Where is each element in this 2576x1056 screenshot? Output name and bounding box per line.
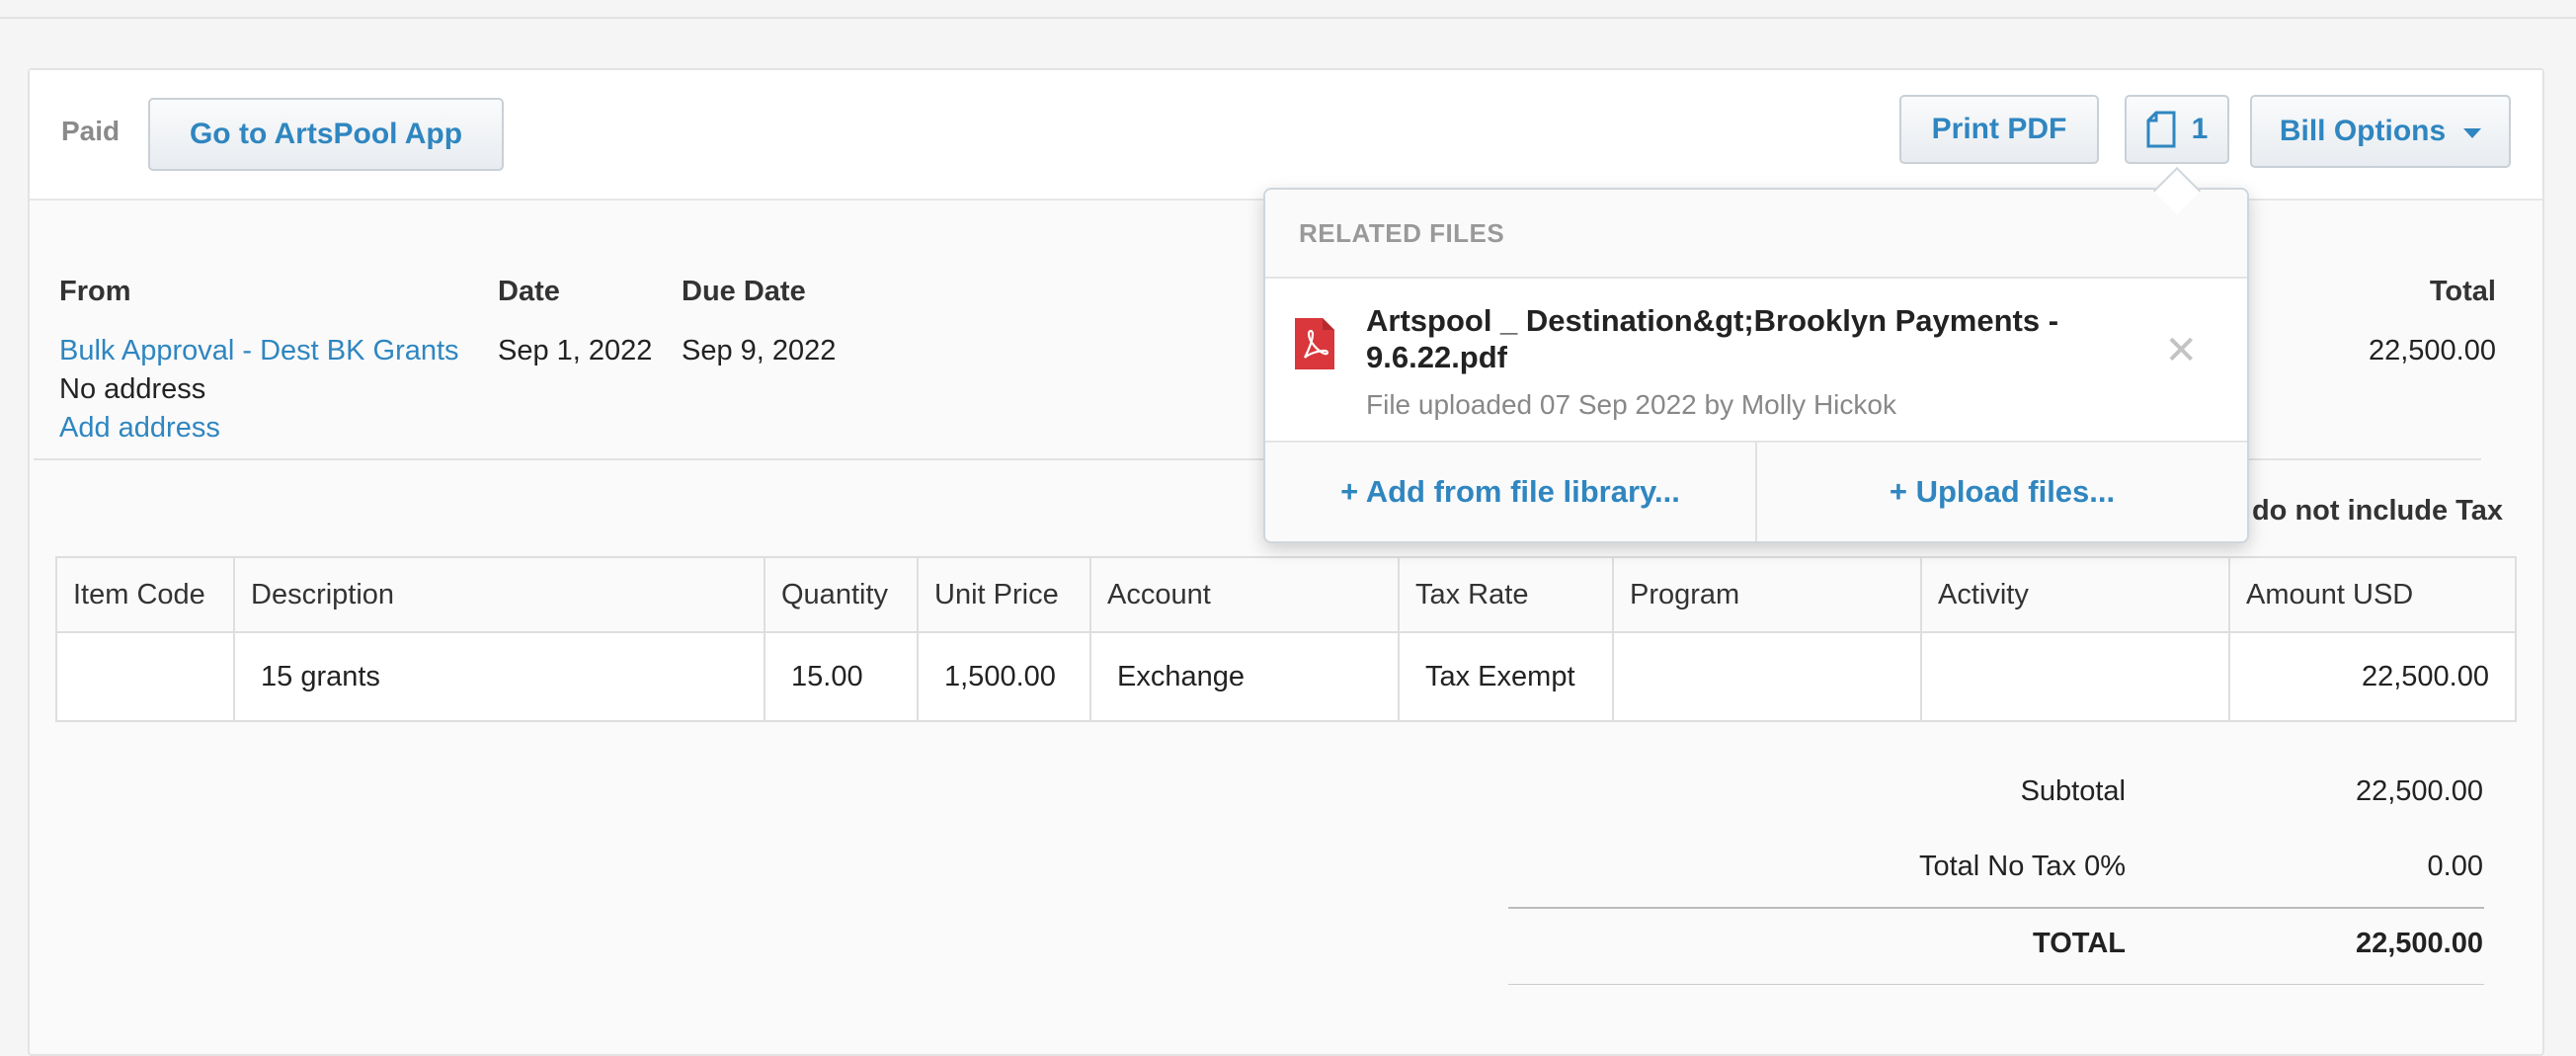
col-item-code: Item Code [55, 556, 235, 633]
bill-options-button[interactable]: Bill Options [2250, 95, 2511, 168]
add-from-library-button[interactable]: + Add from file library... [1265, 443, 1757, 541]
col-activity: Activity [1920, 556, 2230, 633]
cell-account[interactable]: Exchange [1089, 631, 1400, 722]
popup-actions: + Add from file library... + Upload file… [1265, 443, 2247, 541]
due-date-label: Due Date [682, 276, 806, 307]
tax-total-label: Total No Tax 0% [1918, 851, 2126, 882]
go-to-app-button[interactable]: Go to ArtsPool App [148, 98, 504, 171]
cell-item-code[interactable] [55, 631, 235, 722]
top-divider [0, 0, 2576, 19]
date-label: Date [498, 276, 560, 307]
grand-total-value: 22,500.00 [2355, 928, 2483, 959]
date-value: Sep 1, 2022 [498, 335, 653, 366]
address-text: No address [59, 373, 206, 405]
related-files-button[interactable]: 1 [2125, 95, 2229, 164]
from-link[interactable]: Bulk Approval - Dest BK Grants [59, 335, 459, 367]
col-description: Description [233, 556, 765, 633]
table-row[interactable]: 15 grants 15.00 1,500.00 Exchange Tax Ex… [55, 631, 2517, 722]
totals-divider [1508, 907, 2484, 909]
add-address-link[interactable]: Add address [59, 412, 220, 445]
chevron-down-icon [2463, 128, 2482, 138]
table-header-row: Item Code Description Quantity Unit Pric… [55, 556, 2517, 633]
subtotal-label: Subtotal [2020, 775, 2126, 807]
cell-unit-price[interactable]: 1,500.00 [917, 631, 1091, 722]
subtotal-value: 22,500.00 [2355, 775, 2483, 807]
status-label: Paid [61, 116, 121, 146]
related-files-popup: RELATED FILES Artspool _ Destination&gt;… [1263, 188, 2249, 543]
upload-files-button[interactable]: + Upload files... [1757, 443, 2247, 541]
cell-quantity[interactable]: 15.00 [764, 631, 919, 722]
file-meta: File uploaded 07 Sep 2022 by Molly Hicko… [1366, 389, 1896, 420]
tax-total-value: 0.00 [2427, 851, 2483, 882]
bill-options-label: Bill Options [2279, 115, 2447, 147]
print-pdf-button[interactable]: Print PDF [1899, 95, 2099, 164]
tax-note: do not include Tax [2251, 495, 2503, 527]
col-quantity: Quantity [764, 556, 919, 633]
col-program: Program [1612, 556, 1922, 633]
cell-tax-rate[interactable]: Tax Exempt [1398, 631, 1614, 722]
document-icon [2146, 111, 2176, 148]
popup-title: RELATED FILES [1265, 190, 2247, 279]
col-tax-rate: Tax Rate [1398, 556, 1614, 633]
file-item[interactable]: Artspool _ Destination&gt;Brooklyn Payme… [1265, 279, 2247, 443]
due-date-value: Sep 9, 2022 [682, 335, 837, 366]
col-amount: Amount USD [2228, 556, 2517, 633]
cell-amount[interactable]: 22,500.00 [2228, 631, 2517, 722]
file-name-link[interactable]: Artspool _ Destination&gt;Brooklyn Payme… [1366, 302, 2136, 375]
total-label: Total [2429, 276, 2496, 307]
files-count: 1 [2191, 113, 2209, 145]
col-account: Account [1089, 556, 1400, 633]
pdf-file-icon [1291, 316, 1336, 376]
col-unit-price: Unit Price [917, 556, 1091, 633]
line-items-table: Item Code Description Quantity Unit Pric… [55, 556, 2517, 722]
total-value: 22,500.00 [2368, 335, 2496, 366]
from-label: From [59, 276, 131, 307]
grand-total-label: TOTAL [2033, 928, 2126, 959]
cell-program[interactable] [1612, 631, 1922, 722]
cell-description[interactable]: 15 grants [233, 631, 765, 722]
cell-activity[interactable] [1920, 631, 2230, 722]
totals-bottom-divider [1508, 984, 2484, 985]
remove-file-icon[interactable]: ✕ [2164, 328, 2198, 373]
